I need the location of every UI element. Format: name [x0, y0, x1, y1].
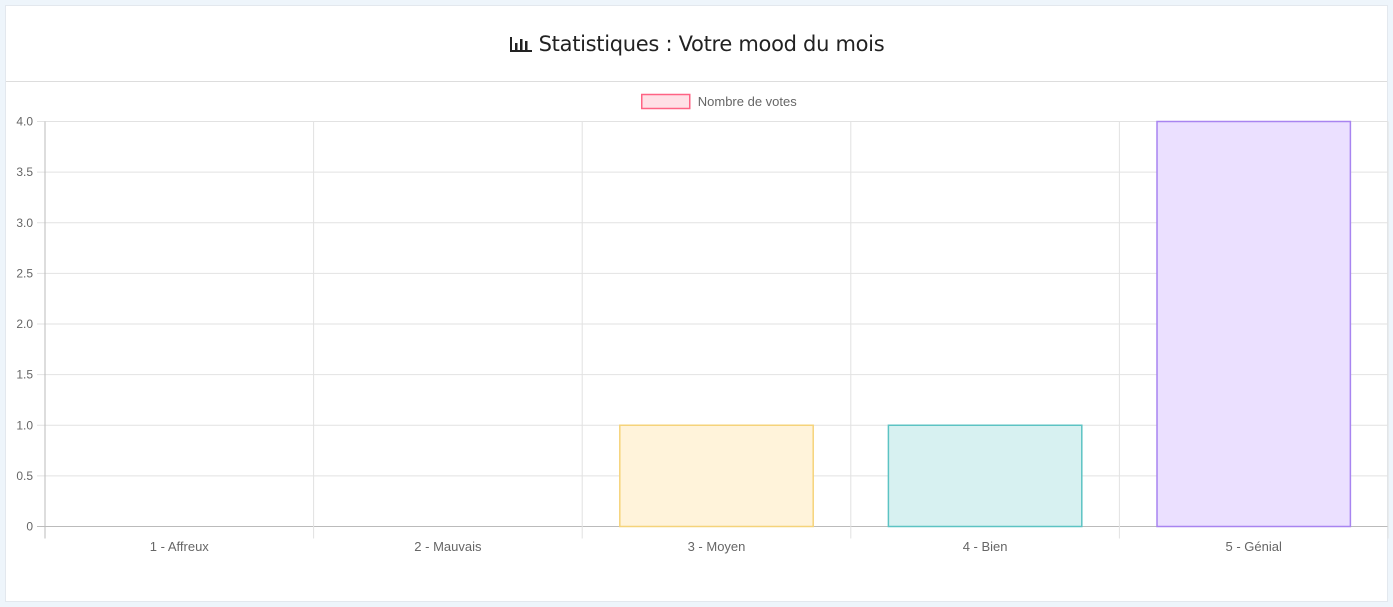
y-tick-label: 1.5: [16, 368, 33, 382]
x-tick-label: 2 - Mauvais: [414, 539, 482, 554]
legend-label: Nombre de votes: [698, 94, 797, 109]
legend-swatch: [641, 93, 691, 110]
x-tick-label: 5 - Génial: [1226, 539, 1282, 554]
y-tick-label: 4.0: [16, 115, 33, 129]
y-tick-label: 1.0: [16, 418, 33, 432]
x-tick-label: 3 - Moyen: [688, 539, 746, 554]
y-tick-label: 3.5: [16, 165, 33, 179]
y-tick-label: 3.0: [16, 216, 33, 230]
x-tick-label: 4 - Bien: [963, 539, 1008, 554]
y-tick-label: 0: [26, 520, 33, 534]
bar: [1156, 120, 1352, 528]
x-tick-label: 1 - Affreux: [150, 539, 210, 554]
y-tick-label: 2.0: [16, 317, 33, 331]
bar: [887, 424, 1083, 528]
y-tick-label: 2.5: [16, 266, 33, 280]
bar-chart: Nombre de votes 0 0.5 1.0 1.5 2.0 2.5 3.0 3.5 4.0…: [16, 93, 1389, 554]
y-tick-label: 0.5: [16, 469, 33, 483]
bar: [619, 424, 814, 528]
